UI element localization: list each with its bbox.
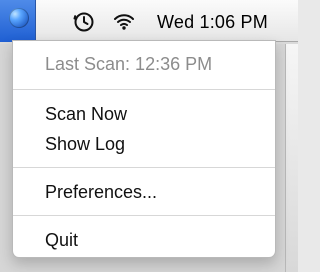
screen: Wed 1:06 PM Last Scan: 12:36 PM Scan Now… [0, 0, 298, 272]
wifi-icon[interactable] [112, 10, 136, 34]
menu-item-show-log[interactable]: Show Log [13, 129, 275, 159]
status-item-app[interactable] [0, 0, 36, 42]
menu-separator [13, 89, 275, 90]
menu-bar: Wed 1:06 PM [0, 0, 298, 42]
menu-separator [13, 167, 275, 168]
menu-separator [13, 215, 275, 216]
globe-icon [9, 8, 29, 28]
menu-item-last-scan: Last Scan: 12:36 PM [45, 54, 213, 74]
time-machine-icon[interactable] [72, 10, 96, 34]
menu-bar-clock[interactable]: Wed 1:06 PM [157, 10, 268, 34]
status-menu: Last Scan: 12:36 PM Scan Now Show Log Pr… [12, 40, 276, 258]
menu-item-preferences[interactable]: Preferences... [13, 177, 275, 207]
window-edge [285, 44, 298, 272]
wifi-svg [114, 14, 134, 30]
time-machine-svg [73, 12, 94, 32]
menu-item-scan-now[interactable]: Scan Now [13, 99, 275, 129]
menu-item-quit[interactable]: Quit [13, 225, 275, 255]
